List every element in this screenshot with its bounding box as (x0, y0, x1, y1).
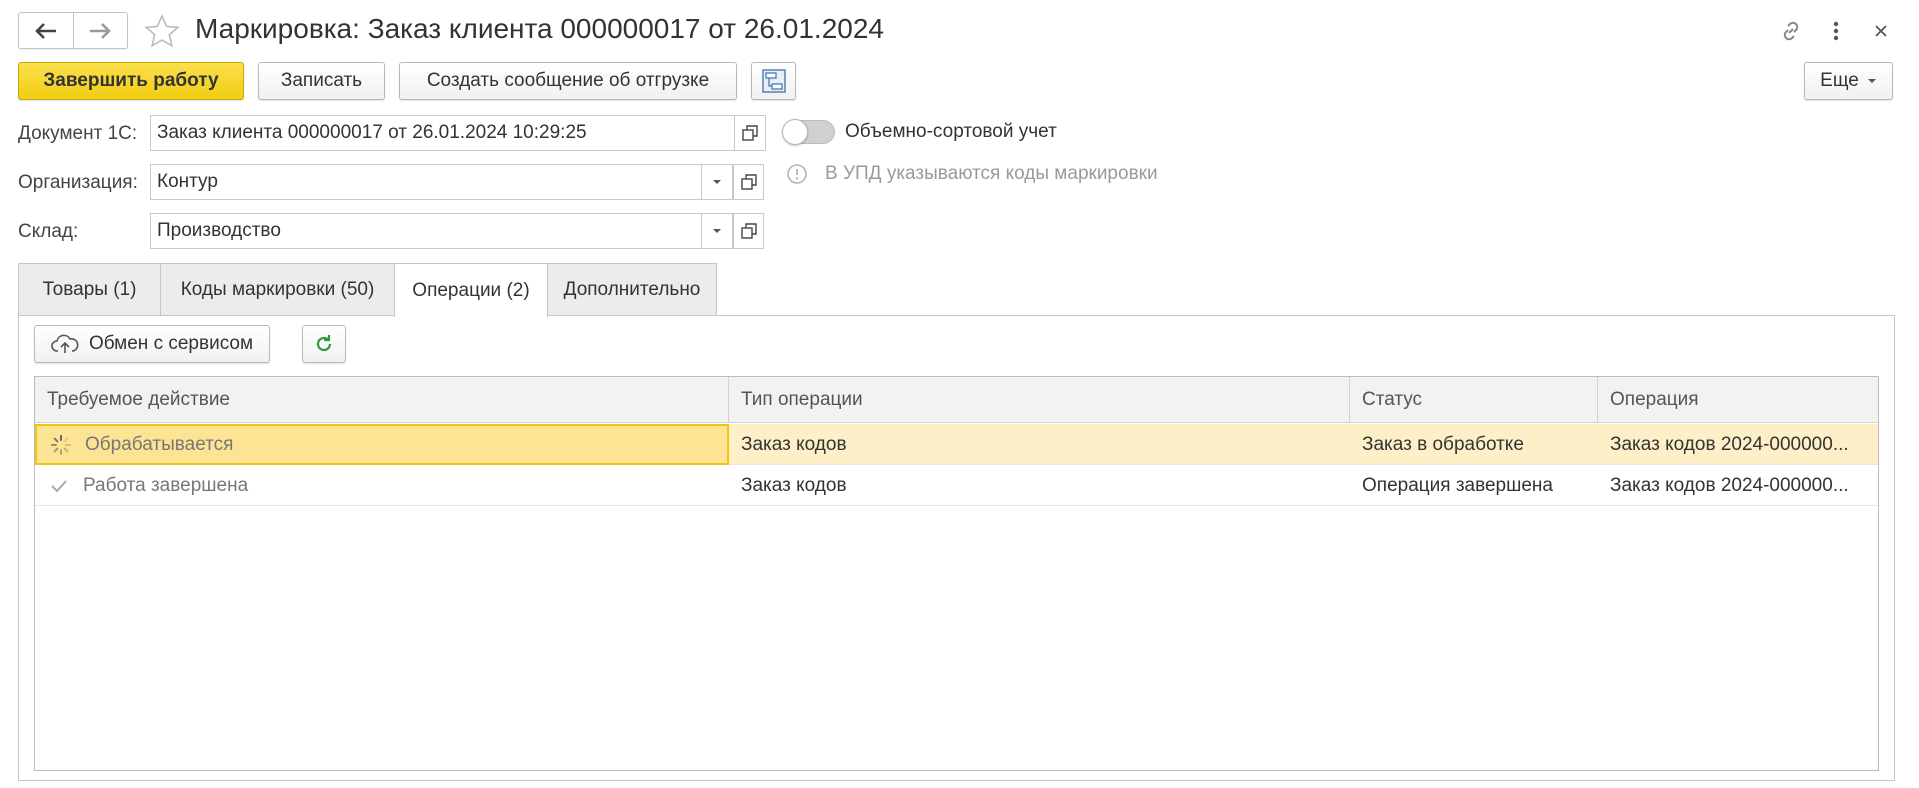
exchange-service-button[interactable]: Обмен с сервисом (34, 325, 270, 363)
info-text: В УПД указываются коды маркировки (825, 163, 1158, 184)
tab-additional[interactable]: Дополнительно (547, 263, 717, 316)
exchange-service-label: Обмен с сервисом (88, 333, 254, 354)
cell-operation[interactable]: Заказ кодов 2024-000000... (1598, 465, 1878, 506)
back-button[interactable] (19, 13, 73, 48)
spinner-icon (49, 433, 73, 457)
cell-type: Заказ кодов (741, 474, 847, 496)
warehouse-dropdown-button[interactable] (702, 213, 733, 249)
tab-operations[interactable]: Операции (2) (394, 263, 548, 317)
cell-action[interactable]: Работа завершена (35, 465, 729, 506)
save-button[interactable]: Записать (258, 62, 385, 100)
document-label: Документ 1С: (18, 123, 138, 144)
more-menu-label: Еще (1820, 70, 1859, 91)
link-icon (1783, 21, 1799, 41)
organization-field[interactable]: Контур (150, 164, 702, 200)
refresh-icon (316, 335, 332, 352)
arrow-right-icon (90, 22, 112, 39)
toggle-knob (782, 119, 808, 145)
cell-action[interactable]: Обрабатывается (35, 424, 729, 465)
link-button[interactable] (1774, 14, 1808, 48)
operation-link[interactable]: Заказ кодов 2024-000000... (1610, 434, 1849, 456)
kebab-icon (1833, 21, 1839, 41)
more-menu-button[interactable]: Еще (1804, 62, 1893, 100)
action-text: Обрабатывается (85, 433, 234, 455)
close-button[interactable] (1864, 14, 1898, 48)
column-header-type[interactable]: Тип операции (729, 377, 1350, 423)
favorite-star-button[interactable] (143, 12, 181, 50)
warehouse-field[interactable]: Производство (150, 213, 702, 249)
chevron-down-icon (713, 180, 721, 184)
column-header-action[interactable]: Требуемое действие (35, 377, 729, 423)
more-actions-button[interactable] (1819, 14, 1853, 48)
tab-goods[interactable]: Товары (1) (18, 263, 161, 316)
open-window-icon (740, 174, 757, 190)
column-header-status[interactable]: Статус (1350, 377, 1598, 423)
page-title: Маркировка: Заказ клиента 000000017 от 2… (195, 13, 884, 44)
structure-button[interactable] (751, 62, 796, 100)
finish-work-button[interactable]: Завершить работу (18, 62, 244, 100)
cell-status: Операция завершена (1362, 474, 1553, 496)
cell-operation[interactable]: Заказ кодов 2024-000000... (1598, 424, 1878, 465)
create-shipment-message-button[interactable]: Создать сообщение об отгрузке (399, 62, 737, 100)
document-field[interactable]: Заказ клиента 000000017 от 26.01.2024 10… (150, 115, 735, 151)
table-row[interactable]: Работа завершена Заказ кодов Операция за… (35, 465, 1878, 506)
operations-table: Требуемое действие Тип операции Статус О… (34, 376, 1879, 771)
info-icon (786, 163, 808, 191)
column-header-operation[interactable]: Операция (1598, 377, 1878, 423)
organization-open-button[interactable] (733, 164, 764, 200)
star-icon (144, 14, 180, 48)
hierarchy-icon (761, 69, 786, 93)
volume-sort-label: Объемно-сортовой учет (845, 121, 1057, 142)
open-window-icon (742, 125, 758, 141)
warehouse-open-button[interactable] (733, 213, 764, 249)
chevron-down-icon (1867, 79, 1876, 83)
organization-dropdown-button[interactable] (702, 164, 733, 200)
check-icon (47, 474, 71, 498)
action-text: Работа завершена (83, 474, 249, 496)
operation-link[interactable]: Заказ кодов 2024-000000... (1610, 475, 1849, 497)
history-nav (18, 12, 128, 49)
arrow-left-icon (34, 22, 56, 39)
chevron-down-icon (713, 229, 721, 233)
cloud-upload-icon (51, 334, 79, 353)
table-row[interactable]: Обрабатывается Заказ кодов Заказ в обраб… (35, 424, 1878, 465)
volume-sort-toggle[interactable] (782, 119, 835, 145)
forward-button[interactable] (72, 13, 128, 48)
tab-marking-codes[interactable]: Коды маркировки (50) (160, 263, 395, 316)
open-window-icon (740, 223, 757, 239)
close-icon (1875, 25, 1887, 37)
table-header: Требуемое действие Тип операции Статус О… (35, 377, 1878, 423)
cell-status: Заказ в обработке (1362, 433, 1524, 455)
document-open-button[interactable] (735, 115, 766, 151)
organization-label: Организация: (18, 172, 138, 193)
refresh-button[interactable] (302, 325, 346, 363)
cell-type: Заказ кодов (741, 433, 847, 455)
warehouse-label: Склад: (18, 221, 79, 242)
